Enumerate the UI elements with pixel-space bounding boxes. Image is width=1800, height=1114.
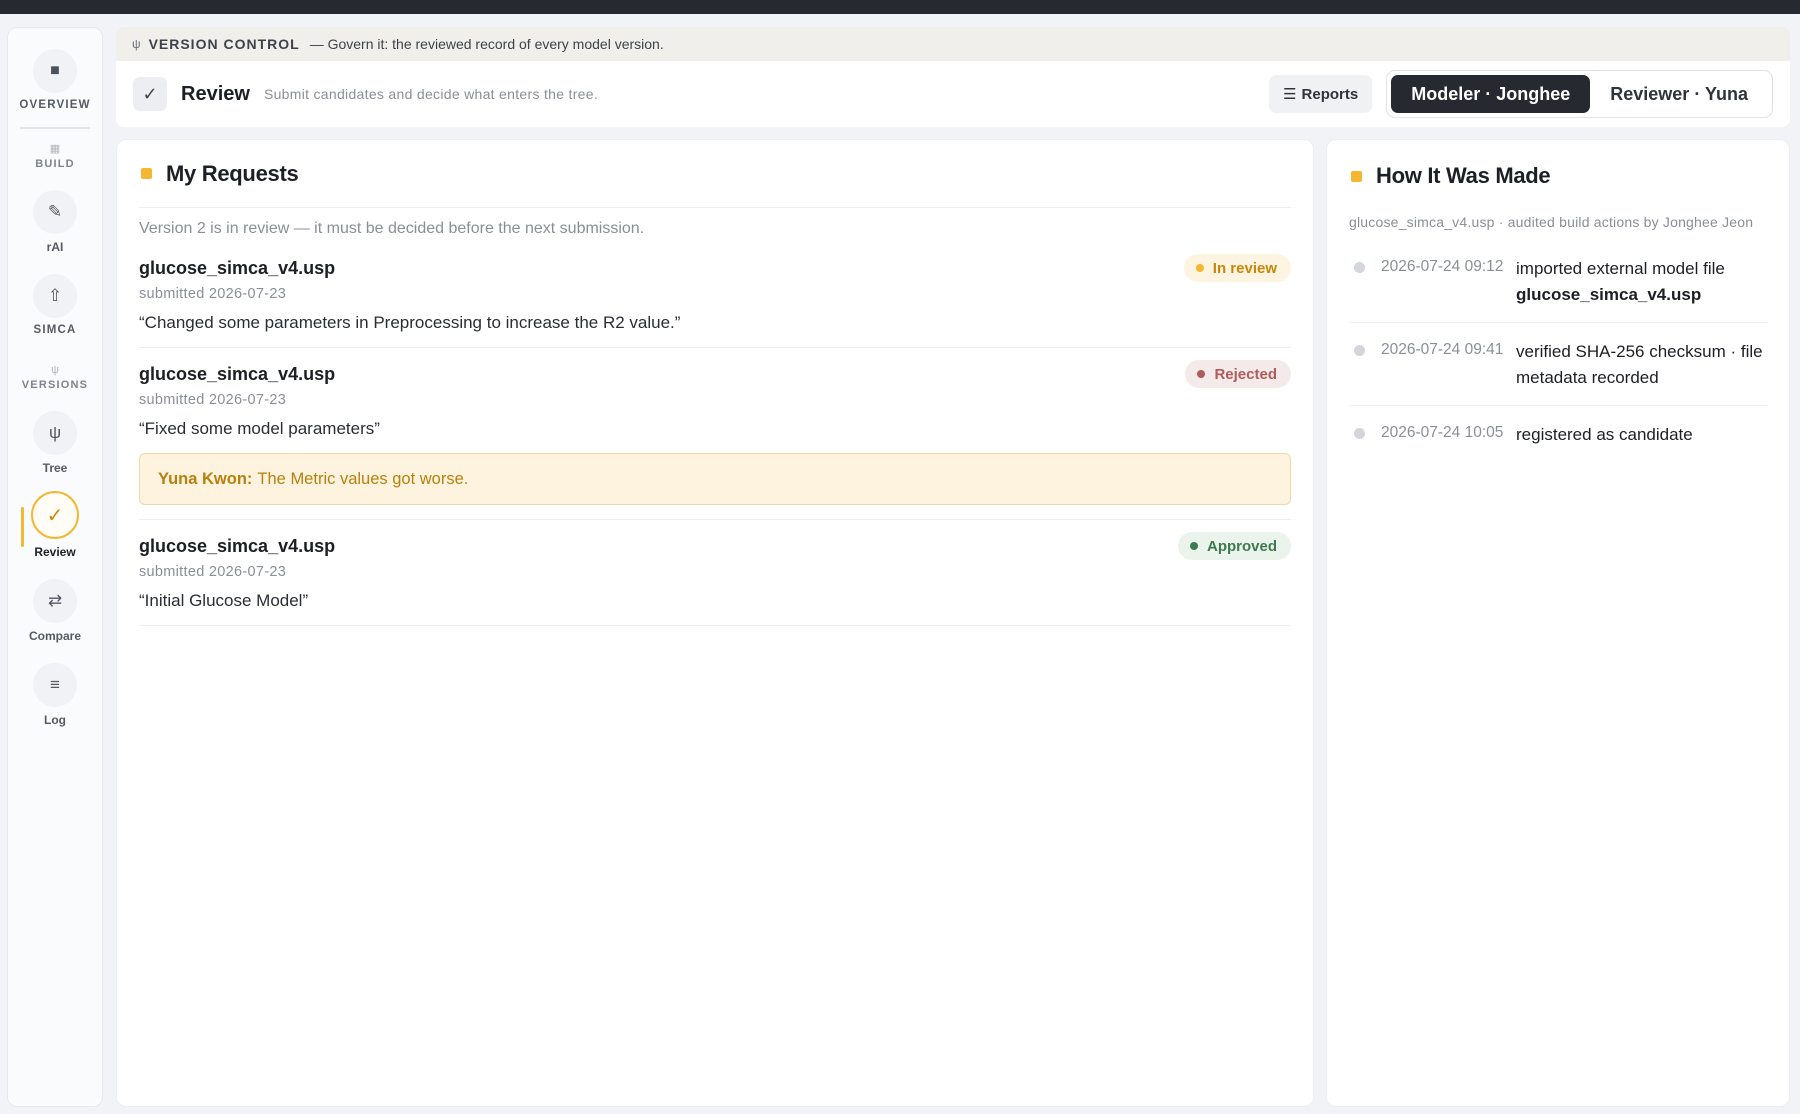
request-date: submitted 2026-07-23 xyxy=(139,564,287,580)
timeline-dot-icon xyxy=(1354,262,1365,273)
section-banner: ψ VERSION CONTROL — Govern it: the revie… xyxy=(116,27,1790,61)
sidebar: ■ OVERVIEW ▦ BUILD ✎ rAI ⇧ SIMCA ψ VERSI… xyxy=(7,27,103,1107)
nav-log[interactable]: ≡ Log xyxy=(8,663,102,727)
status-label: Approved xyxy=(1206,537,1277,555)
status-dot-icon xyxy=(1197,370,1206,378)
pencil-icon: ✎ xyxy=(33,190,77,234)
banner-text: — Govern it: the reviewed record of ever… xyxy=(309,36,664,52)
overview-grid-icon: ■ xyxy=(33,49,77,93)
request-message: “Changed some parameters in Preprocessin… xyxy=(139,313,681,332)
panel-title: How It Was Made xyxy=(1376,163,1551,188)
event-text: registered as candidate xyxy=(1516,425,1693,444)
request-file-name: glucose_simca_v4.usp xyxy=(139,363,336,384)
page-subtitle: Submit candidates and decide what enters… xyxy=(263,86,599,102)
role-modeler-button[interactable]: Modeler · Jonghee xyxy=(1391,75,1591,113)
accent-square-icon xyxy=(141,168,152,179)
nav-compare[interactable]: ⇄ Compare xyxy=(8,579,102,643)
status-badge: Approved xyxy=(1177,532,1291,560)
nav-compare-label: Compare xyxy=(28,629,81,643)
nav-review[interactable]: ✓ Review xyxy=(8,491,102,559)
review-notice: Version 2 is in review — it must be deci… xyxy=(139,220,645,237)
audit-subtitle: glucose_simca_v4.usp · audited build act… xyxy=(1349,214,1754,230)
check-icon: ✓ xyxy=(31,491,79,539)
status-badge: Rejected xyxy=(1185,360,1291,388)
nav-overview[interactable]: ■ OVERVIEW xyxy=(8,49,102,111)
banner-title: VERSION CONTROL xyxy=(148,36,300,52)
timeline-event: 2026-07-24 09:12 imported external model… xyxy=(1349,240,1767,323)
group-versions-label: VERSIONS xyxy=(21,379,89,391)
event-text: imported external model file xyxy=(1516,259,1725,278)
group-versions: ψ VERSIONS xyxy=(22,364,88,391)
feedback-text: The Metric values got worse. xyxy=(257,469,469,488)
reports-label: Reports xyxy=(1301,85,1359,103)
nav-overview-label: OVERVIEW xyxy=(19,99,91,111)
request-file-name: glucose_simca_v4.usp xyxy=(139,535,336,556)
event-time: 2026-07-24 09:12 xyxy=(1381,258,1504,275)
sidebar-divider xyxy=(20,127,90,129)
nav-rai[interactable]: ✎ rAI xyxy=(8,190,102,254)
audit-timeline: 2026-07-24 09:12 imported external model… xyxy=(1349,240,1767,462)
request-item[interactable]: glucose_simca_v4.usp Rejected submitted … xyxy=(139,348,1291,520)
request-item[interactable]: glucose_simca_v4.usp In review submitted… xyxy=(139,242,1291,348)
status-badge: In review xyxy=(1183,254,1291,282)
panel-header: My Requests xyxy=(139,140,1291,208)
feedback-author: Yuna Kwon: xyxy=(158,469,253,488)
active-indicator xyxy=(21,507,24,547)
list-icon: ≡ xyxy=(33,663,77,707)
nav-tree[interactable]: ψ Tree xyxy=(8,411,102,475)
upload-icon: ⇧ xyxy=(33,274,77,318)
event-time: 2026-07-24 09:41 xyxy=(1381,341,1504,358)
nav-simca[interactable]: ⇧ SIMCA xyxy=(8,274,102,336)
request-message: “Fixed some model parameters” xyxy=(139,419,380,438)
window-top-bar xyxy=(0,0,1800,14)
timeline-dot-icon xyxy=(1354,345,1365,356)
nav-tree-label: Tree xyxy=(42,461,68,475)
group-build-label: BUILD xyxy=(35,158,75,170)
request-date: submitted 2026-07-23 xyxy=(139,392,287,408)
timeline-dot-icon xyxy=(1354,428,1365,439)
role-switcher: Modeler · Jonghee Reviewer · Yuna xyxy=(1386,70,1773,118)
request-message: “Initial Glucose Model” xyxy=(139,591,309,610)
document-icon: ☰ xyxy=(1283,86,1297,103)
branch-icon: ψ xyxy=(33,411,77,455)
nav-simca-label: SIMCA xyxy=(33,324,77,336)
accent-square-icon xyxy=(1351,170,1362,182)
group-build: ▦ BUILD xyxy=(35,143,75,170)
how-it-was-made-panel: How It Was Made glucose_simca_v4.usp · a… xyxy=(1326,139,1790,1107)
nav-review-label: Review xyxy=(34,545,76,559)
reports-button[interactable]: ☰ Reports xyxy=(1269,75,1373,113)
build-grid-icon: ▦ xyxy=(49,143,61,155)
status-dot-icon xyxy=(1195,264,1204,272)
panel-title: My Requests xyxy=(166,160,299,186)
request-item[interactable]: glucose_simca_v4.usp Approved submitted … xyxy=(139,520,1291,626)
timeline-event: 2026-07-24 09:41 verified SHA-256 checks… xyxy=(1349,323,1767,406)
reviewer-feedback: Yuna Kwon: The Metric values got worse. xyxy=(139,453,1291,505)
branch-icon: ψ xyxy=(132,37,141,51)
page-title: Review xyxy=(181,82,250,105)
request-date: submitted 2026-07-23 xyxy=(139,286,287,302)
status-dot-icon xyxy=(1189,542,1198,550)
page-header: ✓ Review Submit candidates and decide wh… xyxy=(116,61,1790,127)
panel-header: How It Was Made xyxy=(1349,140,1767,212)
timeline-event: 2026-07-24 10:05 registered as candidate xyxy=(1349,406,1767,462)
role-reviewer-button[interactable]: Reviewer · Yuna xyxy=(1590,75,1768,113)
request-file-name: glucose_simca_v4.usp xyxy=(139,257,336,278)
my-requests-panel: My Requests Version 2 is in review — it … xyxy=(116,139,1314,1107)
status-label: In review xyxy=(1212,259,1277,277)
event-text: verified SHA-256 checksum · file metadat… xyxy=(1516,342,1763,387)
nav-rai-label: rAI xyxy=(46,240,64,254)
check-icon: ✓ xyxy=(133,77,167,111)
event-time: 2026-07-24 10:05 xyxy=(1381,424,1504,441)
arrows-swap-icon: ⇄ xyxy=(33,579,77,623)
nav-log-label: Log xyxy=(44,713,66,727)
branch-icon: ψ xyxy=(51,364,59,376)
event-file: glucose_simca_v4.usp xyxy=(1516,285,1702,304)
status-label: Rejected xyxy=(1214,365,1277,383)
